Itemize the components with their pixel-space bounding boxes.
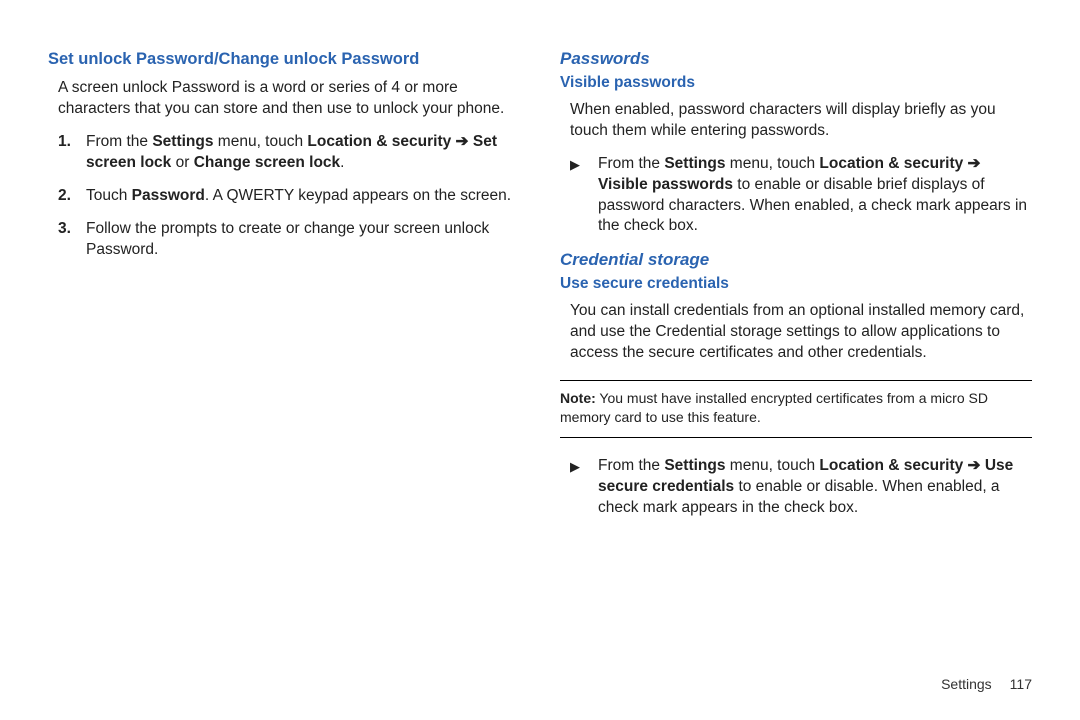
footer-page-number: 117 (1010, 676, 1032, 692)
bold-location-security: Location & security (819, 155, 963, 172)
use-secure-step: From the Settings menu, touch Location &… (570, 456, 1032, 519)
text-fragment: or (171, 154, 193, 171)
intro-paragraph: A screen unlock Password is a word or se… (48, 78, 520, 120)
step-2-text: Touch Password. A QWERTY keypad appears … (86, 187, 511, 204)
step-2: 2. Touch Password. A QWERTY keypad appea… (58, 186, 520, 207)
note-box: Note: You must have installed encrypted … (560, 380, 1032, 438)
heading-passwords: Passwords (560, 48, 1032, 71)
step-number: 2. (58, 186, 71, 207)
footer-section: Settings (941, 676, 992, 692)
visible-passwords-intro: When enabled, password characters will d… (560, 100, 1032, 142)
step-number: 1. (58, 132, 71, 153)
heading-visible-passwords: Visible passwords (560, 73, 1032, 94)
bold-change-screen-lock: Change screen lock (194, 154, 340, 171)
manual-page: Set unlock Password/Change unlock Passwo… (0, 0, 1080, 720)
arrow-icon: ➔ (963, 457, 985, 474)
step-3: 3. Follow the prompts to create or chang… (58, 219, 520, 261)
use-secure-steps: From the Settings menu, touch Location &… (560, 456, 1032, 519)
bold-password: Password (132, 187, 205, 204)
visible-passwords-step: From the Settings menu, touch Location &… (570, 154, 1032, 238)
step-1-text: From the Settings menu, touch Location &… (86, 133, 497, 171)
bold-visible-passwords: Visible passwords (598, 176, 733, 193)
heading-use-secure-credentials: Use secure credentials (560, 274, 1032, 295)
step-number: 3. (58, 219, 71, 240)
heading-set-unlock-password: Set unlock Password/Change unlock Passwo… (48, 48, 520, 70)
bold-settings: Settings (664, 155, 725, 172)
text-fragment: From the (598, 457, 664, 474)
two-column-layout: Set unlock Password/Change unlock Passwo… (48, 48, 1032, 531)
right-column: Passwords Visible passwords When enabled… (560, 48, 1032, 531)
steps-list: 1. From the Settings menu, touch Locatio… (48, 132, 520, 261)
text-fragment: . (340, 154, 344, 171)
text-fragment: From the (86, 133, 152, 150)
text-fragment: menu, touch (725, 457, 819, 474)
text-fragment: Touch (86, 187, 132, 204)
page-footer: Settings 117 (941, 675, 1032, 694)
bold-location-security: Location & security (819, 457, 963, 474)
text-fragment: menu, touch (213, 133, 307, 150)
note-text: You must have installed encrypted certif… (560, 390, 988, 425)
step-3-text: Follow the prompts to create or change y… (86, 220, 489, 258)
bold-location-security: Location & security (307, 133, 451, 150)
arrow-icon: ➔ (451, 133, 473, 150)
visible-passwords-steps: From the Settings menu, touch Location &… (560, 154, 1032, 238)
left-column: Set unlock Password/Change unlock Passwo… (48, 48, 520, 531)
arrow-icon: ➔ (963, 155, 980, 172)
credential-intro: You can install credentials from an opti… (560, 301, 1032, 364)
note-label: Note: (560, 390, 596, 406)
step-1: 1. From the Settings menu, touch Locatio… (58, 132, 520, 174)
text-fragment: menu, touch (725, 155, 819, 172)
text-fragment: . A QWERTY keypad appears on the screen. (205, 187, 511, 204)
bold-settings: Settings (664, 457, 725, 474)
heading-credential-storage: Credential storage (560, 249, 1032, 272)
text-fragment: From the (598, 155, 664, 172)
bold-settings: Settings (152, 133, 213, 150)
